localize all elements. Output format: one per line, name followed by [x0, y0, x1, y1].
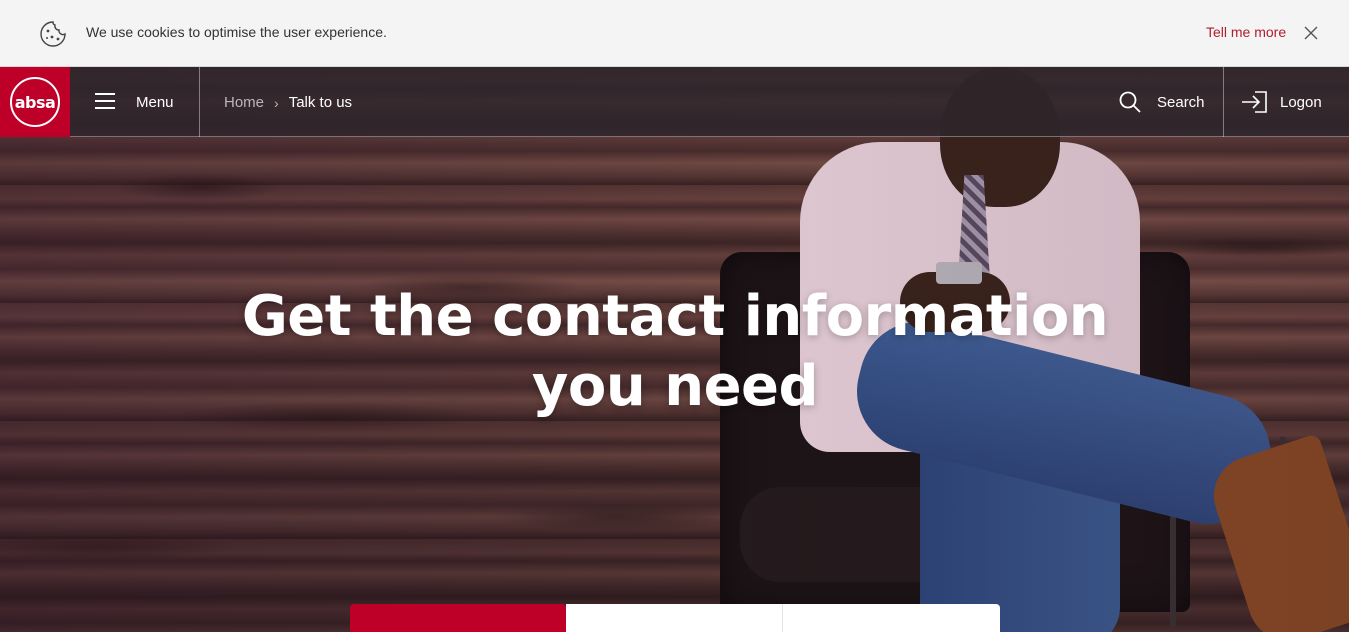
login-icon — [1242, 91, 1267, 113]
tab-2[interactable] — [566, 604, 783, 632]
search-icon — [1119, 91, 1141, 113]
tab-3[interactable] — [783, 604, 1000, 632]
contact-tabs — [350, 604, 1000, 632]
breadcrumb-current: Talk to us — [288, 94, 353, 111]
close-icon[interactable] — [1302, 24, 1320, 42]
logo-text: absa — [14, 92, 56, 112]
logon-label: Logon — [1280, 94, 1322, 111]
search-button[interactable]: Search — [1105, 67, 1223, 137]
cookie-banner: We use cookies to optimise the user expe… — [0, 0, 1349, 67]
page-title: Get the contact information you need — [190, 282, 1160, 422]
title-line-2: you need — [531, 354, 819, 419]
breadcrumb: Home › Talk to us — [224, 94, 352, 111]
tab-1[interactable] — [350, 604, 566, 632]
chevron-right-icon: › — [274, 94, 279, 111]
cookie-message: We use cookies to optimise the user expe… — [86, 24, 387, 40]
breadcrumb-home[interactable]: Home — [224, 94, 264, 111]
title-line-1: Get the contact information — [241, 284, 1109, 349]
logo-ring: absa — [10, 77, 60, 127]
top-navigation: absa Menu Home › Talk to us Search Logon — [0, 67, 1349, 137]
hamburger-icon — [95, 93, 115, 110]
absa-logo[interactable]: absa — [0, 67, 70, 137]
tell-me-more-link[interactable]: Tell me more — [1206, 24, 1286, 40]
search-label: Search — [1157, 94, 1205, 111]
hero-banner: absa Menu Home › Talk to us Search Logon… — [0, 67, 1349, 632]
cookie-icon — [40, 21, 66, 47]
menu-button[interactable]: Menu — [70, 67, 200, 137]
logon-button[interactable]: Logon — [1223, 67, 1349, 137]
menu-label: Menu — [136, 94, 174, 111]
